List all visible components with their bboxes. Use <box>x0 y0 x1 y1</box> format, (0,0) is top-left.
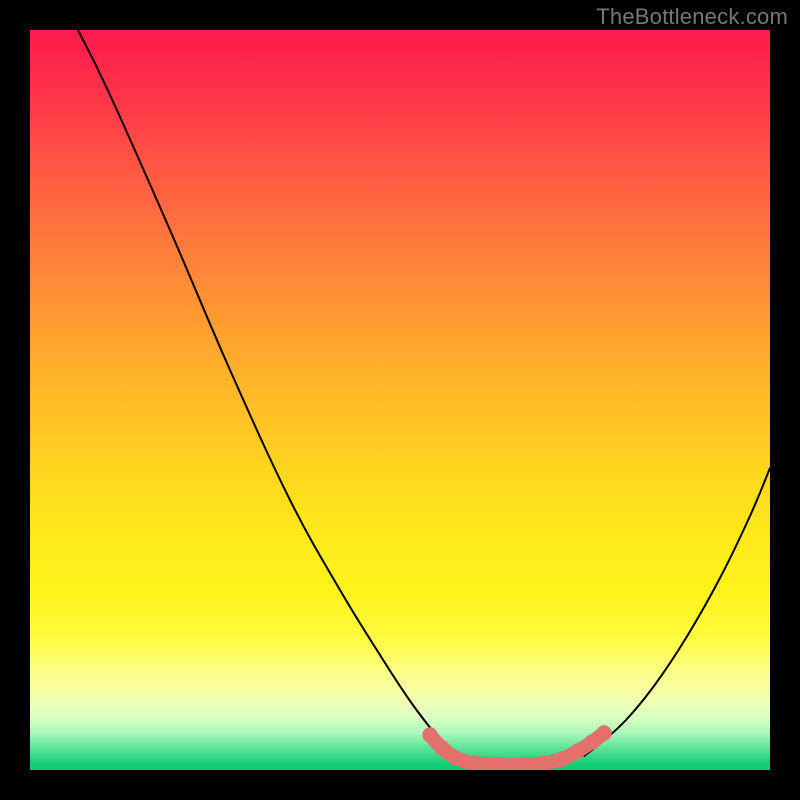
series-floor-highlight-dot <box>536 755 551 770</box>
plot-area <box>30 30 770 770</box>
curve-layer <box>30 30 770 770</box>
series-floor-highlight-dot <box>448 750 463 765</box>
series-right-arm <box>584 468 770 756</box>
series-left-arm <box>78 30 456 756</box>
series-floor-highlight-dot <box>596 725 611 740</box>
series-floor-highlight-dot <box>422 727 437 742</box>
series-floor-highlight-dot <box>434 740 449 755</box>
series-floor-highlight-dot <box>554 751 569 766</box>
series-floor-highlight-dot <box>570 743 585 758</box>
chart-container: TheBottleneck.com <box>0 0 800 800</box>
watermark-text: TheBottleneck.com <box>596 4 788 30</box>
series-floor-highlight-dot <box>466 755 481 770</box>
